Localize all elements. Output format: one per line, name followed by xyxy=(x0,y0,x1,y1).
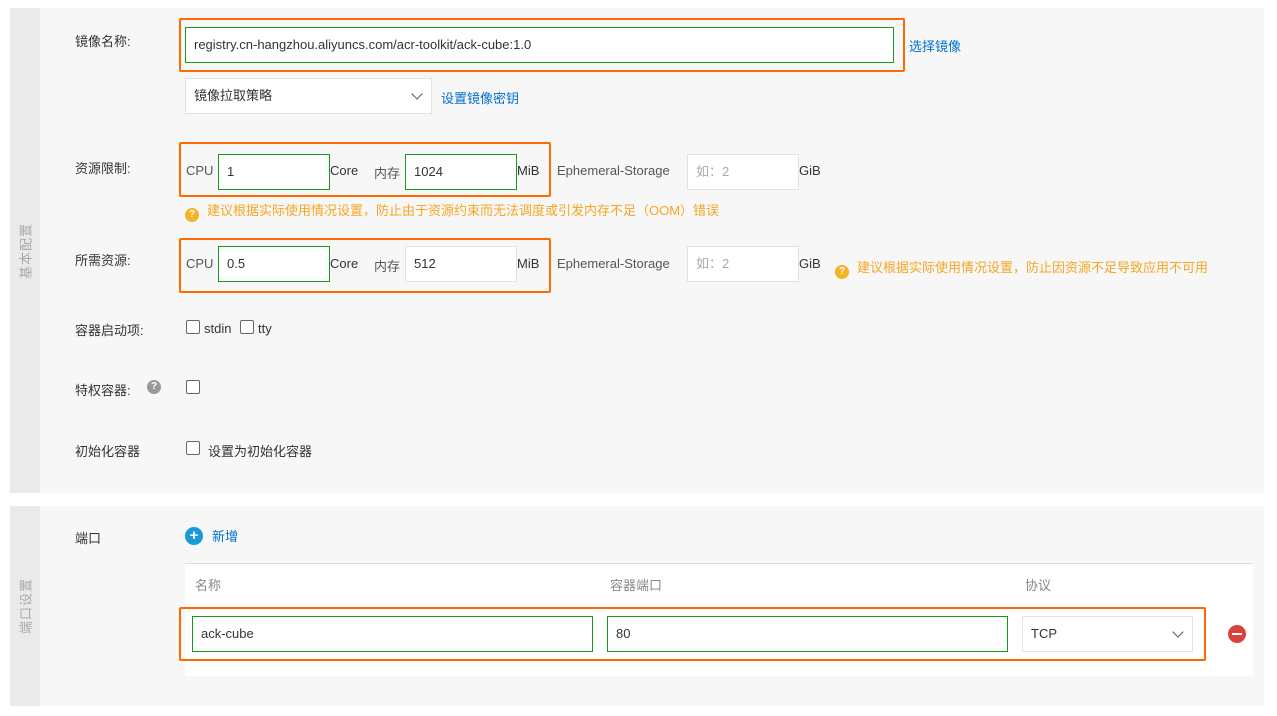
port-name-input[interactable]: ack-cube xyxy=(192,616,593,652)
question-icon: ? xyxy=(835,265,849,279)
memory-label: 内存 xyxy=(374,259,401,274)
requests-warning: ? 建议根据实际使用情况设置，防止因资源不足导致应用不可用 xyxy=(835,257,1208,279)
init-checkbox-label: 设置为初始化容器 xyxy=(208,444,313,459)
chevron-down-icon xyxy=(1172,626,1184,638)
remove-port-icon[interactable] xyxy=(1228,625,1246,643)
select-image-link[interactable]: 选择镜像 xyxy=(909,36,961,55)
storage-label: Ephemeral-Storage xyxy=(557,163,670,178)
memory-unit: MiB xyxy=(517,163,540,178)
section-side-label: 基本配置 xyxy=(10,8,40,493)
limits-label: 资源限制: xyxy=(75,161,131,176)
storage-unit: GiB xyxy=(799,163,821,178)
requests-label: 所需资源: xyxy=(75,253,131,268)
ports-label: 端口 xyxy=(75,531,102,546)
startup-label: 容器启动项: xyxy=(75,323,144,338)
cpu-label: CPU xyxy=(186,163,214,178)
image-name-label: 镜像名称: xyxy=(75,34,131,49)
memory-label: 内存 xyxy=(374,166,401,181)
privileged-checkbox[interactable] xyxy=(186,380,200,394)
stdin-checkbox[interactable] xyxy=(186,320,200,334)
storage-label: Ephemeral-Storage xyxy=(557,256,670,271)
tty-checkbox[interactable] xyxy=(240,320,254,334)
container-port-input[interactable]: 80 xyxy=(607,616,1008,652)
column-header: 容器端口 xyxy=(610,578,663,593)
init-container-label: 初始化容器 xyxy=(75,444,141,459)
memory-unit: MiB xyxy=(517,256,540,271)
chevron-down-icon xyxy=(411,88,423,100)
column-header: 名称 xyxy=(195,578,222,593)
cpu-label: CPU xyxy=(186,256,214,271)
cpu-unit: Core xyxy=(330,163,359,178)
image-secret-link[interactable]: 设置镜像密钥 xyxy=(441,88,519,107)
init-container-checkbox[interactable] xyxy=(186,441,200,455)
image-name-input[interactable]: registry.cn-hangzhou.aliyuncs.com/acr-to… xyxy=(185,27,894,63)
cpu-request-input[interactable]: 0.5 xyxy=(218,246,330,282)
storage-request-input[interactable]: 如：2 xyxy=(687,246,799,282)
protocol-select[interactable]: TCP xyxy=(1022,616,1193,652)
tty-label: tty xyxy=(258,321,272,336)
privileged-label: 特权容器: xyxy=(75,383,131,398)
cpu-limit-input[interactable]: 1 xyxy=(218,154,330,190)
column-header: 协议 xyxy=(1025,578,1052,593)
storage-limit-input[interactable]: 如：2 xyxy=(687,154,799,190)
cpu-unit: Core xyxy=(330,256,359,271)
stdin-label: stdin xyxy=(204,321,232,336)
pull-policy-select[interactable]: 镜像拉取策略 xyxy=(185,78,432,114)
help-icon[interactable]: ? xyxy=(147,380,161,394)
add-port-link[interactable]: 新增 xyxy=(212,526,238,545)
memory-limit-input[interactable]: 1024 xyxy=(405,154,517,190)
question-icon: ? xyxy=(185,208,199,222)
memory-request-input[interactable]: 512 xyxy=(405,246,517,282)
plus-circle-icon[interactable]: + xyxy=(185,527,203,545)
limits-warning: ? 建议根据实际使用情况设置，防止由于资源约束而无法调度或引发内存不足（OOM）错… xyxy=(185,200,719,222)
section-side-label: 端口设置 xyxy=(10,506,40,706)
storage-unit: GiB xyxy=(799,256,821,271)
